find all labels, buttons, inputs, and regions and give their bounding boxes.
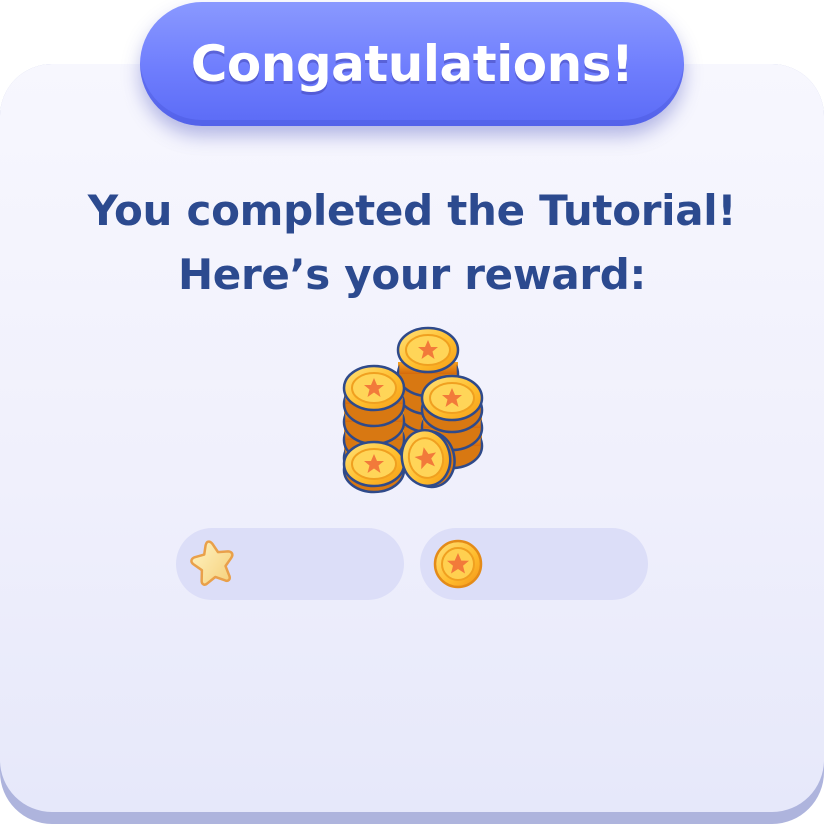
stars-reward-pill — [176, 528, 404, 600]
title-banner: Congatulations! — [140, 2, 684, 126]
coin-icon — [428, 534, 488, 594]
coins-reward-pill — [420, 528, 648, 600]
coin-stack-icon — [330, 326, 494, 502]
message-line-2: Here’s your reward: — [177, 250, 647, 299]
dialog-title: Congatulations! — [190, 35, 634, 93]
star-icon — [184, 534, 244, 594]
message-line-1: You completed the Tutorial! — [87, 186, 737, 235]
